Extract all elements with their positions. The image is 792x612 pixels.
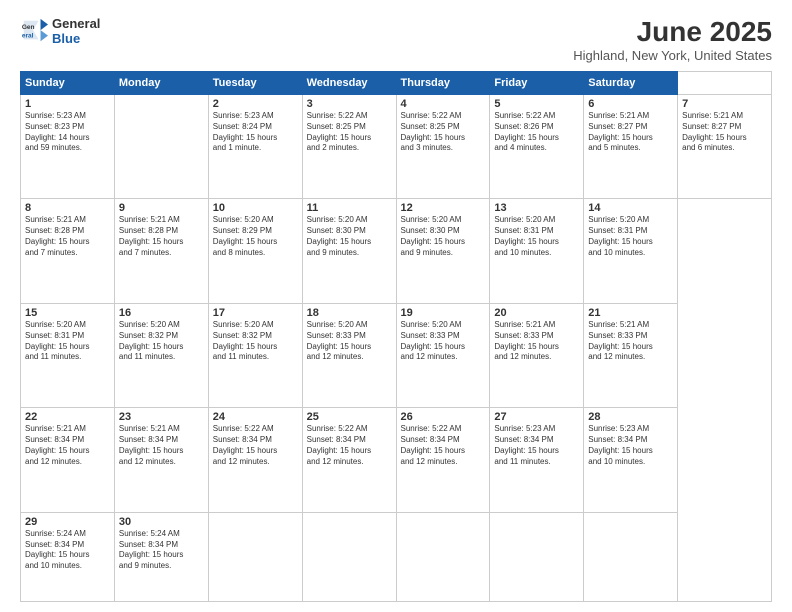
page: Gen eral General Blue June 2025 Highland…	[0, 0, 792, 612]
table-row: 8Sunrise: 5:21 AMSunset: 8:28 PMDaylight…	[21, 199, 115, 303]
table-row: 5Sunrise: 5:22 AMSunset: 8:26 PMDaylight…	[490, 95, 584, 199]
logo-blue: Blue	[52, 31, 100, 46]
header-row: Sunday Monday Tuesday Wednesday Thursday…	[21, 72, 772, 95]
col-wednesday: Wednesday	[302, 72, 396, 95]
table-row: 3Sunrise: 5:22 AMSunset: 8:25 PMDaylight…	[302, 95, 396, 199]
table-row	[490, 512, 584, 601]
title-block: June 2025 Highland, New York, United Sta…	[573, 16, 772, 63]
col-friday: Friday	[490, 72, 584, 95]
table-row: 14Sunrise: 5:20 AMSunset: 8:31 PMDayligh…	[584, 199, 678, 303]
table-row: 25Sunrise: 5:22 AMSunset: 8:34 PMDayligh…	[302, 408, 396, 512]
col-tuesday: Tuesday	[208, 72, 302, 95]
week-row-4: 22Sunrise: 5:21 AMSunset: 8:34 PMDayligh…	[21, 408, 772, 512]
table-row	[396, 512, 490, 601]
col-monday: Monday	[114, 72, 208, 95]
table-row: 16Sunrise: 5:20 AMSunset: 8:32 PMDayligh…	[114, 303, 208, 407]
table-row: 15Sunrise: 5:20 AMSunset: 8:31 PMDayligh…	[21, 303, 115, 407]
table-row: 24Sunrise: 5:22 AMSunset: 8:34 PMDayligh…	[208, 408, 302, 512]
table-row: 13Sunrise: 5:20 AMSunset: 8:31 PMDayligh…	[490, 199, 584, 303]
table-row: 26Sunrise: 5:22 AMSunset: 8:34 PMDayligh…	[396, 408, 490, 512]
week-row-1: 1Sunrise: 5:23 AMSunset: 8:23 PMDaylight…	[21, 95, 772, 199]
table-row: 17Sunrise: 5:20 AMSunset: 8:32 PMDayligh…	[208, 303, 302, 407]
table-row: 29Sunrise: 5:24 AMSunset: 8:34 PMDayligh…	[21, 512, 115, 601]
table-row: 6Sunrise: 5:21 AMSunset: 8:27 PMDaylight…	[584, 95, 678, 199]
table-row: 21Sunrise: 5:21 AMSunset: 8:33 PMDayligh…	[584, 303, 678, 407]
week-row-2: 8Sunrise: 5:21 AMSunset: 8:28 PMDaylight…	[21, 199, 772, 303]
table-row: 30Sunrise: 5:24 AMSunset: 8:34 PMDayligh…	[114, 512, 208, 601]
table-row	[302, 512, 396, 601]
svg-text:eral: eral	[22, 33, 34, 40]
table-row	[208, 512, 302, 601]
table-row: 28Sunrise: 5:23 AMSunset: 8:34 PMDayligh…	[584, 408, 678, 512]
logo-general: General	[52, 16, 100, 31]
week-row-3: 15Sunrise: 5:20 AMSunset: 8:31 PMDayligh…	[21, 303, 772, 407]
col-saturday: Saturday	[584, 72, 678, 95]
logo: Gen eral General Blue	[20, 16, 100, 46]
logo-icon: Gen eral	[20, 17, 48, 45]
table-row: 4Sunrise: 5:22 AMSunset: 8:25 PMDaylight…	[396, 95, 490, 199]
table-row: 27Sunrise: 5:23 AMSunset: 8:34 PMDayligh…	[490, 408, 584, 512]
table-row: 10Sunrise: 5:20 AMSunset: 8:29 PMDayligh…	[208, 199, 302, 303]
table-row: 23Sunrise: 5:21 AMSunset: 8:34 PMDayligh…	[114, 408, 208, 512]
table-row: 2Sunrise: 5:23 AMSunset: 8:24 PMDaylight…	[208, 95, 302, 199]
month-year: June 2025	[573, 16, 772, 48]
location: Highland, New York, United States	[573, 48, 772, 63]
table-row: 1Sunrise: 5:23 AMSunset: 8:23 PMDaylight…	[21, 95, 115, 199]
calendar-table: Sunday Monday Tuesday Wednesday Thursday…	[20, 71, 772, 602]
table-row	[114, 95, 208, 199]
table-row: 20Sunrise: 5:21 AMSunset: 8:33 PMDayligh…	[490, 303, 584, 407]
logo-text-block: General Blue	[52, 16, 100, 46]
header: Gen eral General Blue June 2025 Highland…	[20, 16, 772, 63]
week-row-5: 29Sunrise: 5:24 AMSunset: 8:34 PMDayligh…	[21, 512, 772, 601]
table-row: 18Sunrise: 5:20 AMSunset: 8:33 PMDayligh…	[302, 303, 396, 407]
table-row: 12Sunrise: 5:20 AMSunset: 8:30 PMDayligh…	[396, 199, 490, 303]
table-row: 7Sunrise: 5:21 AMSunset: 8:27 PMDaylight…	[678, 95, 772, 199]
col-thursday: Thursday	[396, 72, 490, 95]
table-row: 11Sunrise: 5:20 AMSunset: 8:30 PMDayligh…	[302, 199, 396, 303]
svg-text:Gen: Gen	[22, 24, 35, 31]
table-row: 9Sunrise: 5:21 AMSunset: 8:28 PMDaylight…	[114, 199, 208, 303]
table-row	[584, 512, 678, 601]
col-sunday: Sunday	[21, 72, 115, 95]
table-row: 19Sunrise: 5:20 AMSunset: 8:33 PMDayligh…	[396, 303, 490, 407]
table-row: 22Sunrise: 5:21 AMSunset: 8:34 PMDayligh…	[21, 408, 115, 512]
